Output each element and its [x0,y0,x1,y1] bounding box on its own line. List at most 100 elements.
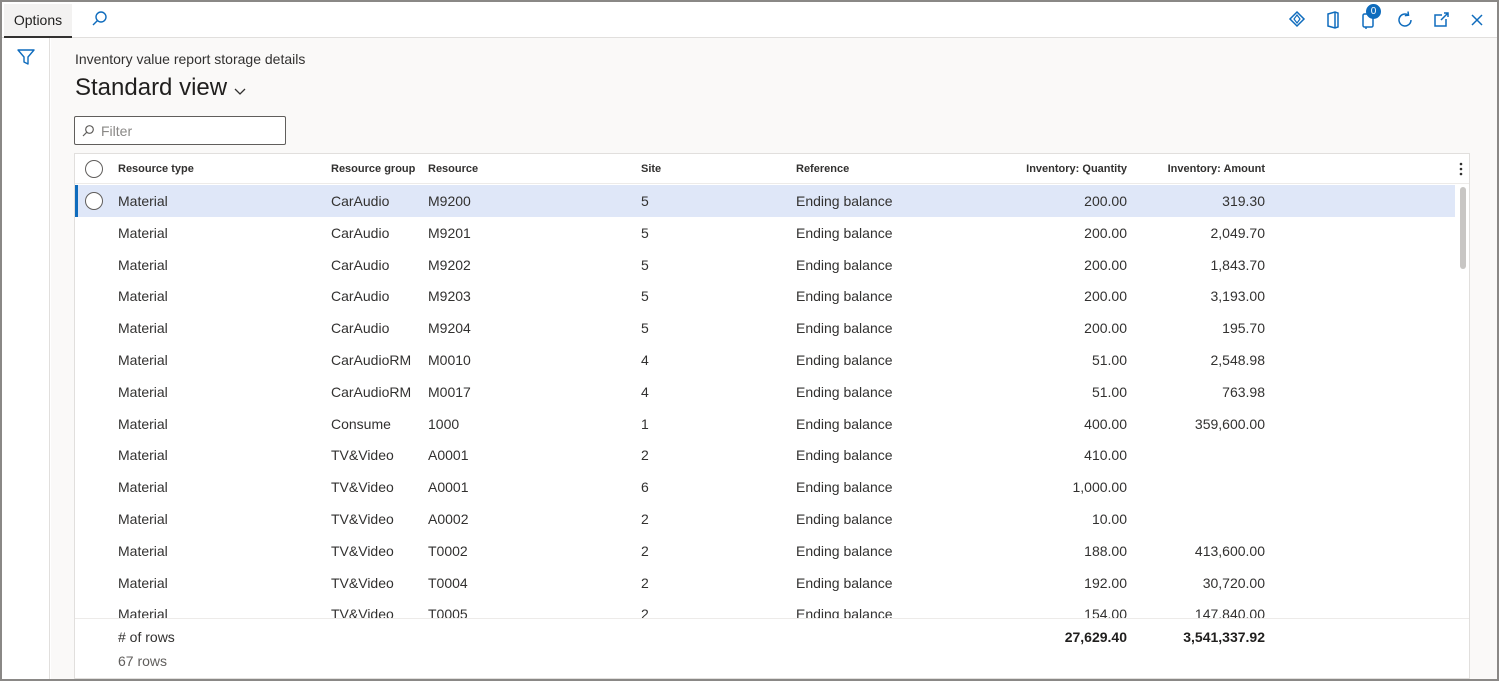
search-icon[interactable] [88,8,112,32]
cell-resource-type: Material [118,193,168,209]
cell-resource-group: CarAudio [331,224,390,241]
filter-pane-icon[interactable] [15,46,37,68]
cell-resource: M9200 [428,193,471,209]
cell-resource: T0002 [428,542,468,559]
cell-resource-group: CarAudioRM [331,352,412,368]
cell-inventory-quantity: 192.00 [1084,574,1127,591]
options-tab[interactable]: Options [4,4,72,38]
table-row[interactable]: Material CarAudioRM M0017 4 Ending balance 51… [75,376,1455,408]
cell-reference: Ending balance [796,542,893,559]
cell-reference: Ending balance [796,352,893,368]
cell-resource-group: CarAudioRM [331,383,412,400]
cell-inventory-quantity: 188.00 [1084,542,1127,559]
cell-reference: Ending balance [796,606,893,618]
cell-resource-group: TV&Video [331,511,394,527]
cell-reference: Ending balance [796,447,893,464]
cell-site: 2 [641,542,649,559]
cell-resource-type: Material [118,415,168,432]
col-header-resource[interactable]: Resource [428,163,478,175]
cell-site: 2 [641,574,649,591]
page-caption: Inventory value report storage details [75,51,306,67]
cell-site: 4 [641,352,649,368]
cell-site: 4 [641,383,649,400]
vertical-scrollbar[interactable] [1460,187,1466,269]
cell-resource: M9203 [428,288,471,305]
cell-inventory-quantity: 200.00 [1084,193,1127,209]
cell-inventory-quantity: 200.00 [1084,320,1127,337]
inventory-grid: Resource type Resource group Resource Si… [74,153,1470,679]
cell-inventory-amount: 763.98 [1222,383,1265,400]
close-icon[interactable] [1465,8,1489,32]
grid-body: Material CarAudio M9200 5 Ending balance 200.… [75,185,1455,618]
cell-resource: A0001 [428,447,469,464]
cell-inventory-amount: 3,193.00 [1210,288,1266,305]
cell-resource-type: Material [118,447,168,464]
cell-reference: Ending balance [796,320,893,337]
cell-inventory-amount: 30,720.00 [1202,574,1265,591]
notification-count-badge: 0 [1366,4,1381,19]
row-count-value: 67 rows [118,653,168,669]
cell-site: 5 [641,193,649,209]
cell-inventory-amount: 413,600.00 [1194,542,1265,559]
total-quantity: 27,629.40 [1064,629,1127,645]
col-header-inventory-quantity[interactable]: Inventory: Quantity [985,163,1127,175]
cell-inventory-amount: 359,600.00 [1194,415,1265,432]
office-icon[interactable] [1321,8,1345,32]
table-row[interactable]: Material CarAudio M9200 5 Ending balance 200.… [75,185,1455,217]
cell-resource: T0005 [428,606,468,618]
total-amount: 3,541,337.92 [1183,629,1265,645]
select-all-checkbox[interactable] [85,160,103,178]
table-row[interactable]: Material CarAudio M9204 5 Ending balance 200.… [75,312,1455,344]
left-rail [2,38,50,679]
table-row[interactable]: Material TV&Video T0005 2 Ending balance 154.… [75,598,1455,618]
table-row[interactable]: Material CarAudio M9201 5 Ending balance 200.… [75,217,1455,249]
open-new-window-icon[interactable] [1429,8,1453,32]
table-row[interactable]: Material TV&Video A0001 2 Ending balance 410.… [75,439,1455,471]
table-row[interactable]: Material TV&Video A0001 6 Ending balance 1,00… [75,471,1455,503]
top-toolbar: Options 0 [2,2,1497,38]
cell-resource-group: CarAudio [331,256,390,273]
table-row[interactable]: Material CarAudio M9203 5 Ending balance 200.… [75,280,1455,312]
table-row[interactable]: Material CarAudio M9202 5 Ending balance 200.… [75,249,1455,281]
cell-site: 2 [641,511,649,527]
col-header-inventory-amount[interactable]: Inventory: Amount [1135,163,1265,175]
col-header-resource-group[interactable]: Resource group [331,163,415,175]
cell-resource-type: Material [118,574,168,591]
table-row[interactable]: Material Consume 1000 1 Ending balance 400.00… [75,408,1455,440]
more-options-icon[interactable] [1455,160,1467,178]
cell-inventory-quantity: 51.00 [1091,383,1127,400]
cell-inventory-amount: 319.30 [1222,193,1265,209]
main-content: Inventory value report storage details S… [51,38,1497,679]
col-header-reference[interactable]: Reference [796,163,849,175]
grid-footer: # of rows 67 rows 27,629.40 3,541,337.92 [75,618,1469,678]
cell-site: 6 [641,479,649,496]
search-icon [82,124,94,136]
notifications-icon[interactable]: 0 [1357,4,1381,32]
filter-input[interactable] [101,122,281,139]
filter-field[interactable] [74,116,286,145]
cell-resource-group: CarAudio [331,320,390,337]
cell-resource-group: CarAudio [331,288,390,305]
cell-reference: Ending balance [796,383,893,400]
table-row[interactable]: Material TV&Video T0002 2 Ending balance 188.… [75,535,1455,567]
cell-reference: Ending balance [796,224,893,241]
cell-resource-group: Consume [331,415,391,432]
table-row[interactable]: Material TV&Video A0002 2 Ending balance 10.0… [75,503,1455,535]
cell-resource-group: TV&Video [331,606,394,618]
cell-resource-type: Material [118,352,168,368]
row-select-checkbox[interactable] [85,192,103,210]
power-apps-icon[interactable] [1285,8,1309,32]
table-row[interactable]: Material TV&Video T0004 2 Ending balance 192.… [75,567,1455,599]
cell-inventory-amount: 1,843.70 [1210,256,1266,273]
table-row[interactable]: Material CarAudioRM M0010 4 Ending balance 51… [75,344,1455,376]
col-header-resource-type[interactable]: Resource type [118,163,194,175]
refresh-icon[interactable] [1393,8,1417,32]
toolbar-actions: 0 [1285,4,1489,32]
cell-resource-group: TV&Video [331,542,394,559]
cell-inventory-quantity: 154.00 [1084,606,1127,618]
cell-resource-type: Material [118,383,168,400]
col-header-site[interactable]: Site [641,163,661,175]
cell-inventory-quantity: 410.00 [1084,447,1127,464]
view-selector[interactable]: Standard view [75,74,247,102]
cell-site: 5 [641,288,649,305]
